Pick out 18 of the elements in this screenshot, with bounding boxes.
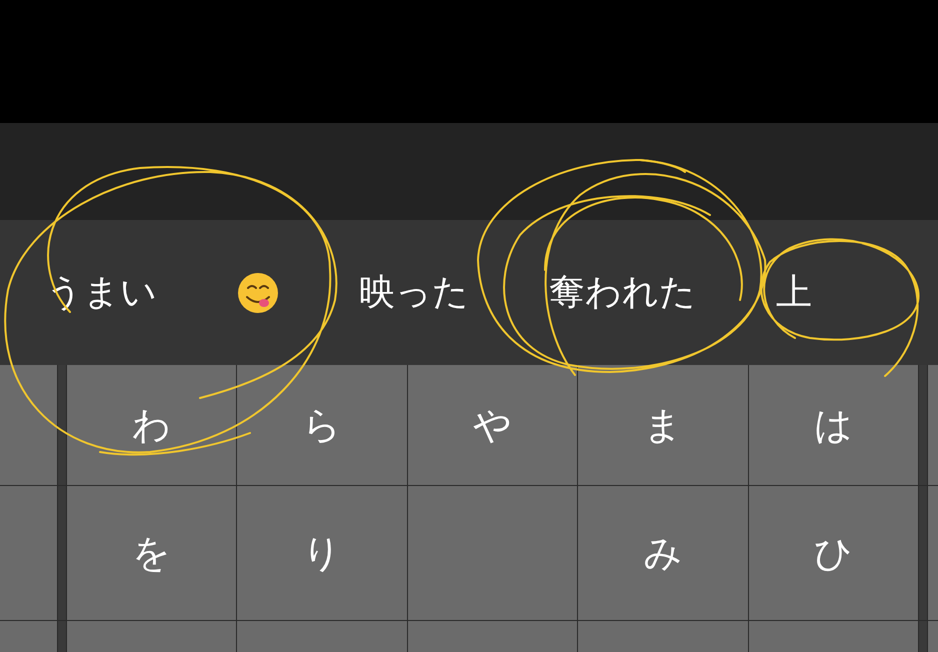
candidate-word[interactable]: 奪われた	[549, 268, 696, 317]
candidate-word[interactable]: 映った	[359, 268, 469, 317]
keyboard-key[interactable]: ま	[578, 365, 748, 485]
keyboard-key[interactable]: ら	[237, 365, 407, 485]
candidate-word[interactable]: 上	[776, 268, 812, 317]
keyboard-key[interactable]: や	[408, 365, 578, 485]
candidate-emoji[interactable]	[237, 272, 279, 314]
keyboard-key[interactable]: み	[578, 486, 748, 620]
keyboard-key[interactable]: は	[748, 365, 918, 485]
keyboard-key[interactable]	[928, 365, 938, 485]
keyboard-key[interactable]: ひ	[748, 486, 918, 620]
keyboard-key[interactable]	[0, 365, 57, 485]
smiley-icon	[237, 272, 279, 314]
keyboard-key[interactable]	[928, 621, 938, 652]
keyboard-key[interactable]: わ	[67, 365, 236, 485]
keyboard-key[interactable]	[928, 486, 938, 620]
keyboard-key[interactable]: を	[67, 486, 236, 620]
keyboard-key[interactable]: り	[237, 486, 407, 620]
